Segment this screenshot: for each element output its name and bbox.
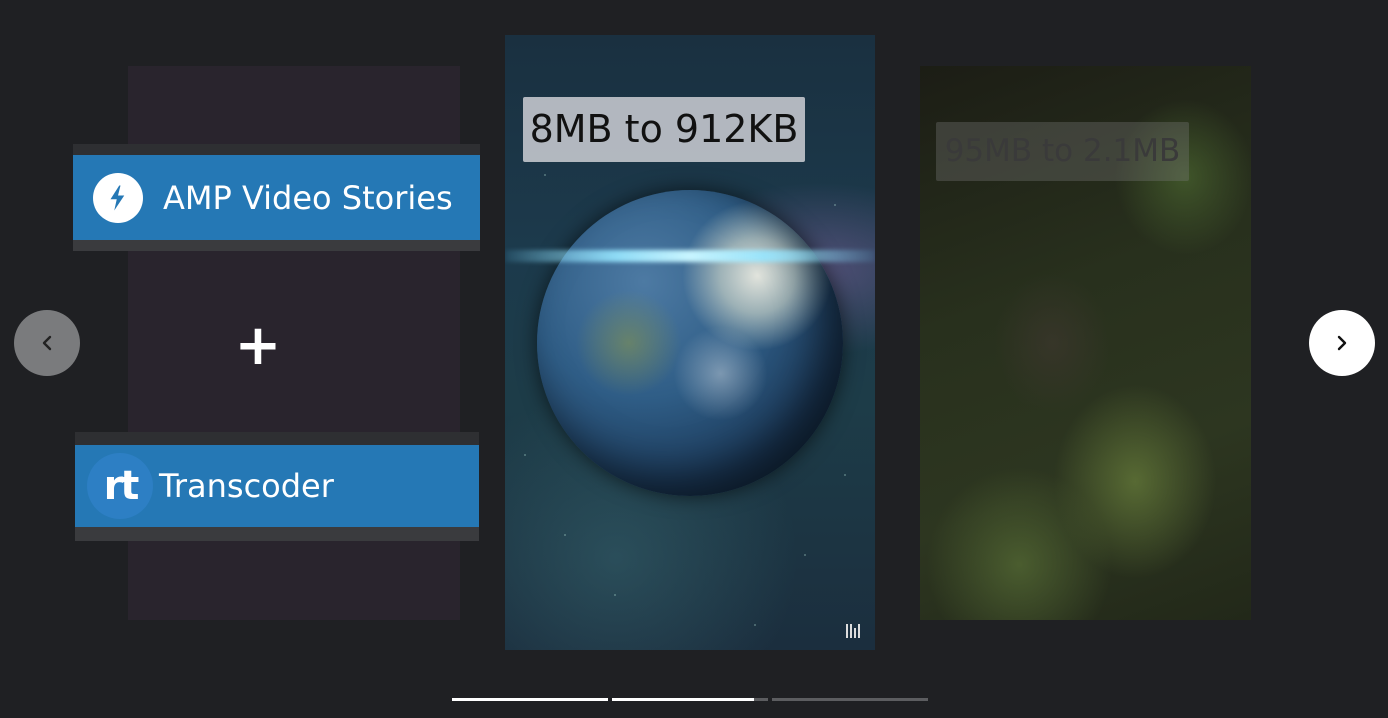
rt-logo-icon: rt: [87, 453, 153, 519]
story-progress-2: [612, 698, 768, 701]
progress-fill: [452, 698, 608, 701]
transcoder-title: Transcoder: [159, 467, 334, 505]
banner-shadow: [75, 527, 479, 541]
progress-fill: [612, 698, 754, 701]
size-label: 95MB to 2.1MB: [936, 122, 1189, 181]
bars-icon: [846, 622, 862, 638]
banner-top-edge: [75, 432, 479, 445]
story-progress-3: [772, 698, 928, 701]
transcoder-banner: rt Transcoder: [75, 445, 479, 527]
banner-shadow: [73, 240, 480, 251]
previous-button[interactable]: [14, 310, 80, 376]
light-flare: [505, 250, 875, 262]
size-label: 8MB to 912KB: [523, 97, 805, 162]
story-card-forest[interactable]: 95MB to 2.1MB: [920, 66, 1251, 620]
amp-title: AMP Video Stories: [163, 178, 453, 217]
next-button[interactable]: [1309, 310, 1375, 376]
amp-video-stories-banner: AMP Video Stories: [73, 155, 480, 240]
banner-top-edge: [73, 144, 480, 155]
chevron-right-icon: [1337, 335, 1347, 351]
story-card-earth[interactable]: 8MB to 912KB: [505, 35, 875, 650]
story-progress-1: [452, 698, 608, 701]
chevron-left-icon: [42, 335, 52, 351]
earth-image: [537, 190, 843, 496]
lightning-bolt-icon: [93, 172, 143, 223]
plus-sign: +: [234, 313, 282, 378]
